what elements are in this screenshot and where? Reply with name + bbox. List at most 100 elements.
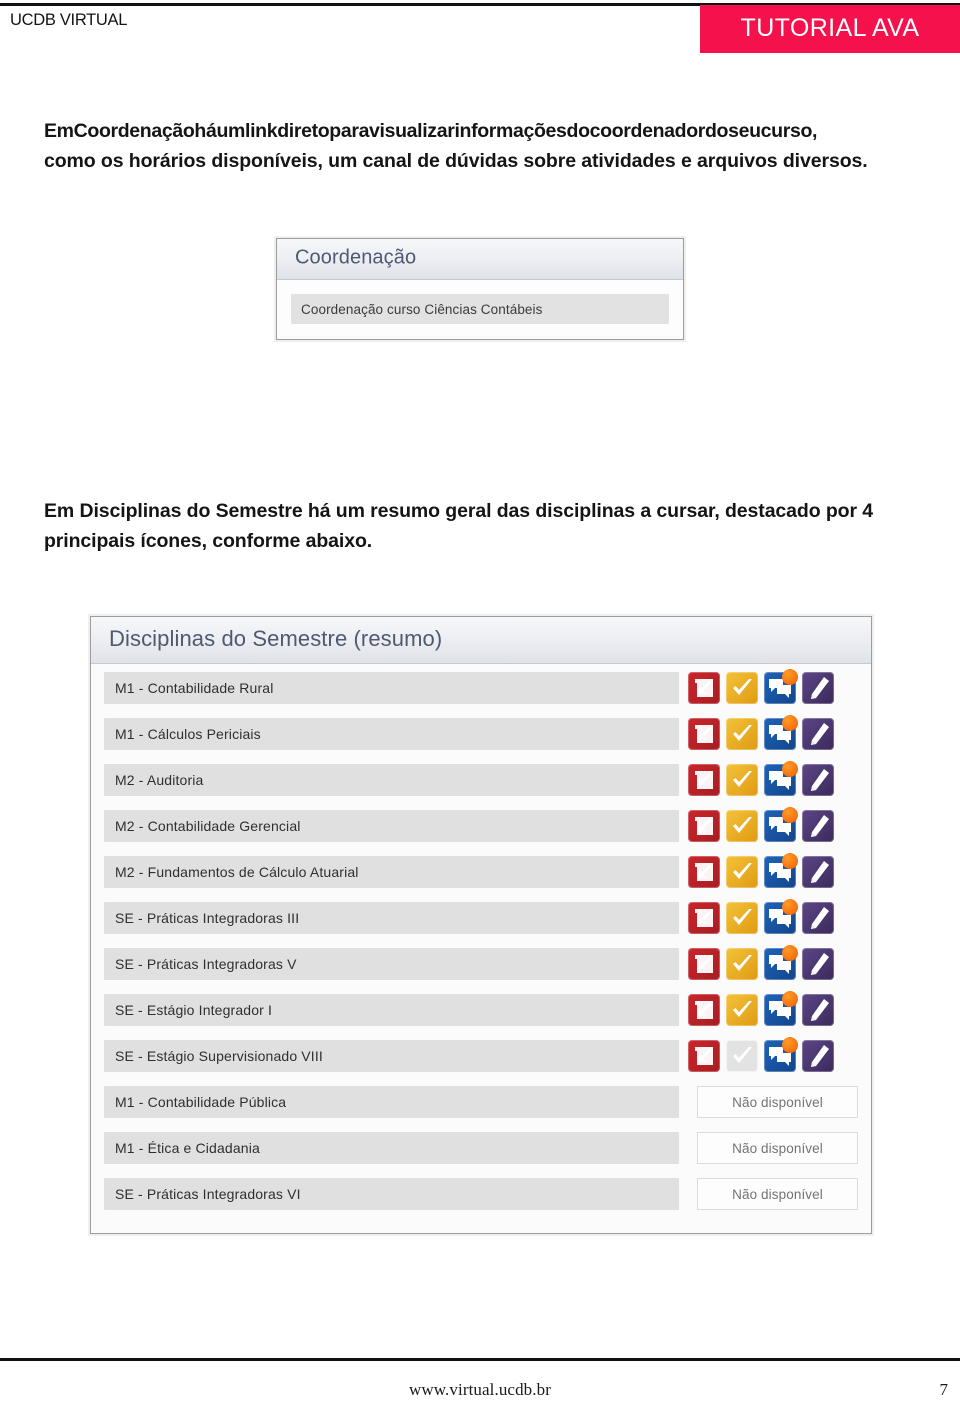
discipline-row: SE - Práticas Integradoras V [104,945,858,980]
discipline-name[interactable]: M1 - Contabilidade Pública [104,1086,679,1118]
discipline-actions [679,853,858,888]
paragraph-disciplinas: Em Disciplinas do Semestre há um resumo … [44,496,916,556]
discipline-actions [679,991,858,1026]
discipline-name[interactable]: M2 - Contabilidade Gerencial [104,810,679,842]
checkmark-icon-disabled-glyph [726,1040,758,1072]
discipline-actions [679,945,858,980]
pencil-edit-icon[interactable] [802,902,834,934]
forum-bubble-icon[interactable] [764,669,798,704]
checkmark-icon[interactable] [726,672,758,704]
discipline-row: M2 - Contabilidade Gerencial [104,807,858,842]
footer-divider-rule [0,1358,960,1361]
disciplinas-list: M1 - Contabilidade Rural M1 - Cálculos Pe… [91,664,871,1220]
discipline-unavailable-badge: Não disponível [697,1178,858,1210]
download-arrow-icon-glyph [688,994,720,1026]
discipline-row: M1 - Contabilidade Pública Não disponível [104,1086,858,1118]
discipline-actions [679,807,858,842]
pencil-edit-icon[interactable] [802,672,834,704]
checkmark-icon-glyph [726,902,758,934]
discipline-row: SE - Práticas Integradoras III [104,899,858,934]
discipline-name[interactable]: SE - Práticas Integradoras VI [104,1178,679,1210]
download-arrow-icon[interactable] [688,902,720,934]
page-footer: www.virtual.ucdb.br 7 [0,1358,960,1412]
discipline-name[interactable]: M1 - Ética e Cidadania [104,1132,679,1164]
paragraph-disciplinas-line-2: principais ícones, conforme abaixo. [44,530,373,552]
download-arrow-icon[interactable] [688,1040,720,1072]
download-arrow-icon-glyph [688,672,720,704]
pencil-edit-icon[interactable] [802,856,834,888]
notification-badge-dot [782,991,798,1007]
checkmark-icon[interactable] [726,718,758,750]
forum-bubble-icon[interactable] [764,945,798,980]
forum-bubble-icon[interactable] [764,715,798,750]
coordenacao-course-link[interactable]: Coordenação curso Ciências Contábeis [291,294,669,324]
pencil-edit-icon-glyph [802,948,834,980]
discipline-unavailable-badge: Não disponível [697,1086,858,1118]
checkmark-icon-glyph [726,856,758,888]
download-arrow-icon-glyph [688,810,720,842]
disciplinas-do-semestre-panel: Disciplinas do Semestre (resumo) M1 - Co… [90,616,872,1234]
disciplinas-panel-title: Disciplinas do Semestre (resumo) [109,625,443,651]
checkmark-icon[interactable] [726,994,758,1026]
checkmark-icon[interactable] [726,856,758,888]
download-arrow-icon[interactable] [688,718,720,750]
pencil-edit-icon-glyph [802,764,834,796]
forum-bubble-icon[interactable] [764,853,798,888]
download-arrow-icon[interactable] [688,994,720,1026]
discipline-actions [679,1037,858,1072]
discipline-row: M1 - Ética e Cidadania Não disponível [104,1132,858,1164]
page-header: UCDB VIRTUAL TUTORIAL AVA [0,0,960,56]
checkmark-icon[interactable] [726,764,758,796]
coordenacao-panel-title: Coordenação [295,246,417,269]
forum-bubble-icon[interactable] [764,991,798,1026]
checkmark-icon[interactable] [726,810,758,842]
forum-bubble-icon[interactable] [764,1037,798,1072]
pencil-edit-icon-glyph [802,902,834,934]
checkmark-icon[interactable] [726,902,758,934]
checkmark-icon-glyph [726,718,758,750]
checkmark-icon-glyph [726,948,758,980]
discipline-row: M2 - Auditoria [104,761,858,796]
paragraph-coordenacao-line-1: EmCoordenaçãoháumlinkdiretoparavisualiza… [44,120,818,142]
notification-badge-dot [782,1037,798,1053]
discipline-name[interactable]: M1 - Contabilidade Rural [104,672,679,704]
notification-badge-dot [782,899,798,915]
paragraph-disciplinas-line-1: Em Disciplinas do Semestre há um resumo … [44,500,874,522]
coordenacao-course-link-label: Coordenação curso Ciências Contábeis [301,301,543,317]
paragraph-coordenacao: EmCoordenaçãoháumlinkdiretoparavisualiza… [44,116,916,176]
pencil-edit-icon-glyph [802,856,834,888]
pencil-edit-icon[interactable] [802,810,834,842]
pencil-edit-icon[interactable] [802,1040,834,1072]
discipline-name[interactable]: SE - Estágio Supervisionado VIII [104,1040,679,1072]
checkmark-icon-glyph [726,810,758,842]
download-arrow-icon[interactable] [688,856,720,888]
tutorial-ava-banner-label: TUTORIAL AVA [740,13,920,42]
discipline-name[interactable]: SE - Práticas Integradoras V [104,948,679,980]
notification-badge-dot [782,807,798,823]
checkmark-icon[interactable] [726,948,758,980]
discipline-name[interactable]: M2 - Fundamentos de Cálculo Atuarial [104,856,679,888]
disciplinas-panel-header: Disciplinas do Semestre (resumo) [91,617,871,664]
discipline-row: SE - Estágio Supervisionado VIII [104,1037,858,1072]
discipline-name[interactable]: SE - Práticas Integradoras III [104,902,679,934]
download-arrow-icon[interactable] [688,672,720,704]
pencil-edit-icon[interactable] [802,994,834,1026]
discipline-name[interactable]: M1 - Cálculos Periciais [104,718,679,750]
download-arrow-icon[interactable] [688,764,720,796]
download-arrow-icon[interactable] [688,948,720,980]
download-arrow-icon-glyph [688,948,720,980]
discipline-name[interactable]: SE - Estágio Integrador I [104,994,679,1026]
pencil-edit-icon[interactable] [802,948,834,980]
download-arrow-icon-glyph [688,764,720,796]
forum-bubble-icon[interactable] [764,807,798,842]
discipline-row: M1 - Contabilidade Rural [104,669,858,704]
forum-bubble-icon[interactable] [764,761,798,796]
discipline-actions [679,669,858,704]
pencil-edit-icon-glyph [802,718,834,750]
discipline-name[interactable]: M2 - Auditoria [104,764,679,796]
forum-bubble-icon[interactable] [764,899,798,934]
notification-badge-dot [782,761,798,777]
download-arrow-icon[interactable] [688,810,720,842]
pencil-edit-icon[interactable] [802,764,834,796]
pencil-edit-icon[interactable] [802,718,834,750]
